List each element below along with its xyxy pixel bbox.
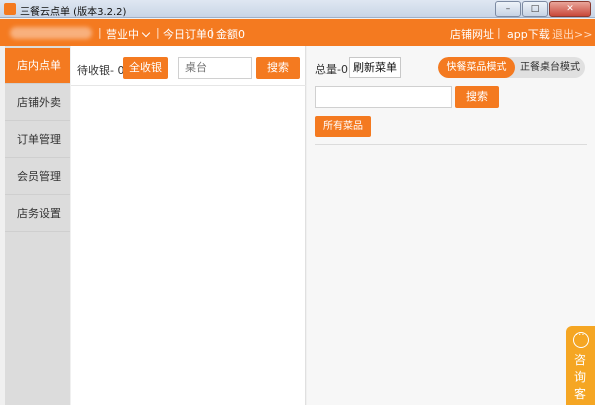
top-bar: | 营业中 | 今日订单0 | 金额0 店铺网址 | app下载 退出>>	[0, 19, 595, 46]
customer-service-label: 咨询客服	[574, 353, 587, 405]
business-status-dropdown[interactable]: 营业中	[106, 26, 151, 42]
order-panel: 待收银- 0 全收银 搜索	[71, 46, 306, 405]
maximize-button[interactable]: □	[522, 1, 548, 17]
app-logo-icon	[4, 3, 16, 15]
category-all-dishes[interactable]: 所有菜品	[315, 116, 371, 137]
pending-checkout-label: 待收银- 0	[77, 64, 125, 77]
total-quantity-label: 总量-0	[315, 63, 348, 76]
logout-link[interactable]: 退出>>	[552, 26, 592, 42]
order-panel-header: 待收银- 0 全收银 搜索	[71, 52, 306, 86]
window-controls: – □ ✕	[494, 1, 591, 17]
sidebar-item-orders[interactable]: 订单管理	[5, 122, 70, 158]
business-status-label: 营业中	[106, 28, 139, 41]
minimize-button[interactable]: –	[495, 1, 521, 17]
sidebar-item-takeout[interactable]: 店铺外卖	[5, 85, 70, 121]
close-button[interactable]: ✕	[549, 1, 591, 17]
sidebar-item-settings[interactable]: 店务设置	[5, 196, 70, 232]
table-search-input[interactable]	[178, 57, 252, 79]
store-url-link[interactable]: 店铺网址	[450, 26, 494, 42]
fast-food-mode-tab[interactable]: 快餐菜品模式	[438, 57, 515, 78]
table-mode-tab[interactable]: 正餐桌台模式	[515, 57, 585, 78]
dish-search-button[interactable]: 搜索	[455, 86, 499, 108]
separator: |	[497, 26, 501, 39]
window-titlebar: 三餐云点单 (版本3.2.2) – □ ✕	[0, 0, 595, 18]
dish-search-input[interactable]	[315, 86, 452, 108]
chat-bubble-icon	[573, 330, 589, 348]
mode-toggle: 快餐菜品模式 正餐桌台模式	[438, 57, 585, 78]
menu-panel: 总量-0 刷新菜单 快餐菜品模式 正餐桌台模式 搜索 所有菜品	[307, 46, 595, 405]
today-amount: 金额0	[216, 28, 245, 41]
table-search-button[interactable]: 搜索	[256, 57, 300, 79]
store-name-blurred	[10, 27, 92, 39]
divider	[315, 144, 587, 145]
chevron-down-icon	[141, 28, 151, 38]
sidebar-item-dine-in[interactable]: 店内点单	[5, 48, 70, 84]
today-orders: 今日订单0	[163, 28, 214, 41]
separator: |	[98, 26, 102, 39]
separator: |	[156, 26, 160, 39]
checkout-all-button[interactable]: 全收银	[123, 57, 168, 79]
customer-service-tab[interactable]: 咨询客服	[566, 326, 595, 405]
sidebar: 店内点单 店铺外卖 订单管理 会员管理 店务设置	[5, 46, 70, 405]
refresh-menu-button[interactable]: 刷新菜单	[349, 57, 401, 78]
app-download-link[interactable]: app下载	[507, 26, 550, 42]
window-title: 三餐云点单 (版本3.2.2)	[20, 7, 127, 18]
sidebar-item-members[interactable]: 会员管理	[5, 159, 70, 195]
separator: |	[210, 26, 214, 39]
